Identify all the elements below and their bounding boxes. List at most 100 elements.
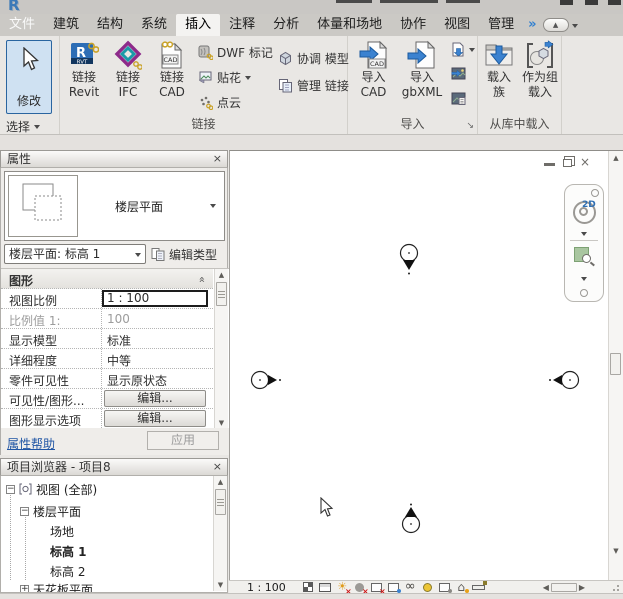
reveal-constraints-icon[interactable] xyxy=(470,581,487,593)
ribbon-collapse-dropdown-icon[interactable] xyxy=(572,24,578,28)
modify-button[interactable]: 修改 xyxy=(6,40,52,114)
temporary-hide-isolate-icon[interactable]: ∞ xyxy=(402,581,419,593)
temporary-view-properties-icon[interactable] xyxy=(436,581,453,593)
import-cad-button[interactable]: CAD 导入 CAD xyxy=(351,40,396,100)
detail-level-icon[interactable] xyxy=(300,581,317,593)
elevation-marker-north[interactable] xyxy=(397,243,423,277)
properties-scrollbar[interactable]: ▲ ▼ xyxy=(214,269,228,429)
reveal-hidden-elements-icon[interactable] xyxy=(419,581,436,593)
tree-item-ceiling-plans[interactable]: + 天花板平面 xyxy=(20,580,93,593)
view-close-button[interactable]: × xyxy=(580,157,590,167)
import-gbxml-button[interactable]: 导入 gbXML xyxy=(397,40,447,100)
view-scale-control[interactable]: 1 : 100 xyxy=(247,581,286,594)
tab-architecture[interactable]: 建筑 xyxy=(44,14,88,36)
ribbon-collapse-button[interactable]: ▲ xyxy=(543,18,569,32)
scroll-right-icon[interactable]: ▶ xyxy=(579,583,585,592)
display-model-value[interactable]: 标准 xyxy=(107,332,131,349)
graphic-display-options-edit-button[interactable]: 编辑... xyxy=(104,410,206,427)
import-dialog-launcher-icon[interactable]: ↘ xyxy=(466,122,474,131)
elevation-marker-west[interactable] xyxy=(247,367,283,395)
tab-view[interactable]: 视图 xyxy=(435,14,479,36)
shadows-icon[interactable]: × xyxy=(351,581,368,593)
visibility-graphics-edit-button[interactable]: 编辑... xyxy=(104,390,206,407)
close-icon[interactable]: × xyxy=(213,151,222,167)
insert-from-file-button[interactable] xyxy=(451,42,475,57)
tab-massing-site[interactable]: 体量和场地 xyxy=(308,14,391,36)
resize-grip[interactable] xyxy=(609,581,619,591)
collapse-expander-icon[interactable]: − xyxy=(20,507,29,516)
restore-window-button[interactable] xyxy=(585,0,598,5)
scroll-up-icon[interactable]: ▲ xyxy=(215,270,228,280)
chevron-down-icon[interactable] xyxy=(210,204,216,208)
view-scale-input[interactable]: 1 : 100 xyxy=(102,290,208,307)
canvas-vertical-scrollbar[interactable]: ▲ ▼ xyxy=(608,151,623,580)
properties-panel-header[interactable]: 属性 × xyxy=(0,150,228,168)
manage-links-button[interactable]: 管理 链接 xyxy=(278,77,349,94)
point-cloud-button[interactable]: 点云 xyxy=(198,94,241,111)
select-dropdown[interactable]: 选择 xyxy=(6,118,40,135)
drawing-area[interactable]: × 2D xyxy=(229,150,623,580)
scroll-down-icon[interactable]: ▼ xyxy=(214,580,227,590)
crop-view-icon[interactable]: × xyxy=(368,581,385,593)
coordination-model-button[interactable]: 协调 模型 xyxy=(278,50,349,67)
view-instance-combo[interactable]: 楼层平面: 标高 1 xyxy=(4,244,146,264)
close-icon[interactable]: × xyxy=(213,459,222,475)
tab-structure[interactable]: 结构 xyxy=(88,14,132,36)
scroll-up-icon[interactable]: ▲ xyxy=(214,477,227,487)
navbar-collapse-icon[interactable] xyxy=(580,289,588,297)
tab-file[interactable]: 文件 xyxy=(0,14,44,36)
navbar-close-icon[interactable] xyxy=(591,189,599,197)
dwf-markup-button[interactable]: DWF 标记 xyxy=(198,44,273,61)
view-minimize-button[interactable] xyxy=(544,159,555,166)
graphics-section-header[interactable]: 图形 » xyxy=(1,269,213,289)
link-cad-button[interactable]: CAD 链接 CAD xyxy=(151,40,193,100)
project-browser-header[interactable]: 项目浏览器 - 项目8 × xyxy=(0,458,228,476)
expand-expander-icon[interactable]: + xyxy=(20,585,29,594)
tree-item-floor-plans[interactable]: − 楼层平面 xyxy=(20,502,81,520)
import-image-button[interactable] xyxy=(451,67,466,80)
analytical-model-icon[interactable]: ⌂ xyxy=(453,581,470,593)
tab-insert[interactable]: 插入 xyxy=(176,14,220,36)
wheel-options-icon[interactable] xyxy=(581,232,587,236)
scrollbar-thumb[interactable] xyxy=(215,489,226,515)
detail-level-value[interactable]: 中等 xyxy=(107,352,131,369)
collapse-expander-icon[interactable]: − xyxy=(6,485,15,494)
tab-manage[interactable]: 管理 xyxy=(479,14,523,36)
tab-annotate[interactable]: 注释 xyxy=(220,14,264,36)
view-restore-button[interactable] xyxy=(563,159,572,167)
tree-item-views[interactable]: − 视图 (全部) xyxy=(6,480,97,498)
scrollbar-thumb[interactable] xyxy=(610,353,621,375)
browser-scrollbar[interactable]: ▲ ▼ xyxy=(213,476,227,591)
sun-path-icon[interactable]: ☀ × xyxy=(334,581,351,593)
elevation-marker-east[interactable] xyxy=(547,367,583,395)
scrollbar-thumb[interactable] xyxy=(216,282,227,306)
scroll-down-icon[interactable]: ▼ xyxy=(609,546,623,556)
horizontal-scrollbar-thumb[interactable] xyxy=(551,583,577,592)
type-selector[interactable]: 楼层平面 xyxy=(4,171,225,241)
tree-item-site[interactable]: 场地 xyxy=(50,522,74,540)
tab-collaborate[interactable]: 协作 xyxy=(391,14,435,36)
minimize-window-button[interactable] xyxy=(560,0,573,5)
apply-button[interactable]: 应用 xyxy=(147,431,219,450)
show-crop-region-icon[interactable] xyxy=(385,581,402,593)
visual-style-icon[interactable] xyxy=(317,581,334,593)
edit-type-button[interactable]: 编辑类型 xyxy=(151,246,217,263)
zoom-options-icon[interactable] xyxy=(581,277,587,281)
decal-button[interactable]: 贴花 xyxy=(198,69,251,86)
parts-visibility-value[interactable]: 显示原状态 xyxy=(107,372,167,389)
load-family-button[interactable]: 载入 族 xyxy=(480,40,518,100)
tab-systems[interactable]: 系统 xyxy=(132,14,176,36)
link-ifc-button[interactable]: 链接 IFC xyxy=(107,40,149,100)
tab-overflow-icon[interactable]: » xyxy=(523,14,540,36)
load-as-group-button[interactable]: 作为组 载入 xyxy=(519,40,561,100)
link-revit-button[interactable]: R RVT 链接 Revit xyxy=(62,40,106,100)
tree-item-level-1[interactable]: 标高 1 xyxy=(50,542,87,560)
elevation-marker-south[interactable] xyxy=(397,503,425,535)
tab-analyze[interactable]: 分析 xyxy=(264,14,308,36)
scroll-left-icon[interactable]: ◀ xyxy=(543,583,549,592)
revit-logo-icon[interactable]: R xyxy=(8,0,20,14)
tree-item-level-2[interactable]: 标高 2 xyxy=(50,562,85,580)
manage-images-button[interactable] xyxy=(451,92,466,105)
scroll-up-icon[interactable]: ▲ xyxy=(609,153,623,163)
scroll-down-icon[interactable]: ▼ xyxy=(215,418,228,428)
